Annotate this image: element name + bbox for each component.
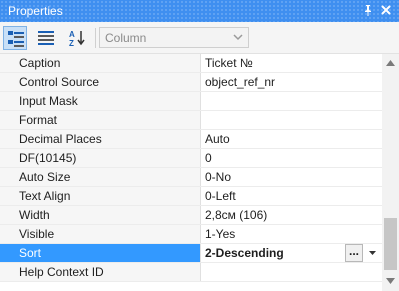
property-value[interactable]: 0-No	[201, 168, 382, 186]
property-grid: Caption Ticket № Control Source object_r…	[0, 54, 399, 291]
property-value[interactable]: 0	[201, 149, 382, 167]
value-dropdown-button[interactable]	[364, 244, 381, 262]
pin-icon[interactable]	[360, 2, 376, 18]
property-row[interactable]: Control Source object_ref_nr	[0, 73, 382, 92]
chevron-down-icon	[233, 34, 243, 41]
categorized-view-icon	[8, 31, 24, 47]
window-titlebar: Properties	[0, 0, 399, 22]
scroll-down-icon[interactable]	[386, 278, 395, 284]
property-row[interactable]: Auto Size 0-No	[0, 168, 382, 187]
property-name: Auto Size	[0, 168, 201, 186]
property-row[interactable]: Width 2,8см (106)	[0, 206, 382, 225]
property-name: Sort	[0, 244, 201, 262]
property-value[interactable]	[201, 263, 382, 281]
object-select[interactable]: Column	[99, 27, 249, 48]
property-row-selected[interactable]: Sort 2-Descending ...	[0, 244, 382, 263]
sort-az-icon: A Z	[69, 30, 85, 47]
property-row[interactable]: Help Context ID	[0, 263, 382, 282]
property-row[interactable]: Visible 1-Yes	[0, 225, 382, 244]
property-value[interactable]	[201, 111, 382, 129]
property-value[interactable]: 0-Left	[201, 187, 382, 205]
object-select-value: Column	[105, 31, 147, 45]
property-value[interactable]: 1-Yes	[201, 225, 382, 243]
svg-text:Z: Z	[69, 39, 74, 47]
properties-toolbar: A Z Column	[0, 22, 399, 54]
property-row[interactable]: DF(10145) 0	[0, 149, 382, 168]
property-value[interactable]: Auto	[201, 130, 382, 148]
property-name: Decimal Places	[0, 130, 201, 148]
scrollbar-thumb[interactable]	[384, 218, 397, 270]
vertical-scrollbar[interactable]	[382, 54, 399, 291]
chevron-down-icon	[369, 251, 376, 255]
property-name: Caption	[0, 54, 201, 72]
window-title: Properties	[8, 4, 63, 18]
scroll-up-icon[interactable]	[386, 60, 395, 66]
property-name: Visible	[0, 225, 201, 243]
property-name: DF(10145)	[0, 149, 201, 167]
property-value[interactable]: Ticket №	[201, 54, 382, 72]
property-row[interactable]: Input Mask	[0, 92, 382, 111]
sort-az-button[interactable]: A Z	[65, 26, 89, 50]
property-name: Help Context ID	[0, 263, 201, 281]
property-name: Input Mask	[0, 92, 201, 110]
property-row[interactable]: Decimal Places Auto	[0, 130, 382, 149]
list-view-button[interactable]	[34, 26, 58, 50]
property-row[interactable]: Caption Ticket №	[0, 54, 382, 73]
property-name: Control Source	[0, 73, 201, 91]
list-view-icon	[38, 31, 54, 45]
property-value[interactable]: object_ref_nr	[201, 73, 382, 91]
property-row[interactable]: Text Align 0-Left	[0, 187, 382, 206]
property-value[interactable]	[201, 92, 382, 110]
toolbar-separator	[95, 28, 96, 48]
categorized-view-button[interactable]	[3, 26, 27, 50]
property-name: Width	[0, 206, 201, 224]
property-value[interactable]: 2,8см (106)	[201, 206, 382, 224]
close-icon[interactable]	[378, 2, 394, 18]
property-name: Format	[0, 111, 201, 129]
property-row[interactable]: Format	[0, 111, 382, 130]
svg-text:A: A	[69, 30, 75, 39]
property-name: Text Align	[0, 187, 201, 205]
ellipsis-button[interactable]: ...	[345, 244, 363, 262]
